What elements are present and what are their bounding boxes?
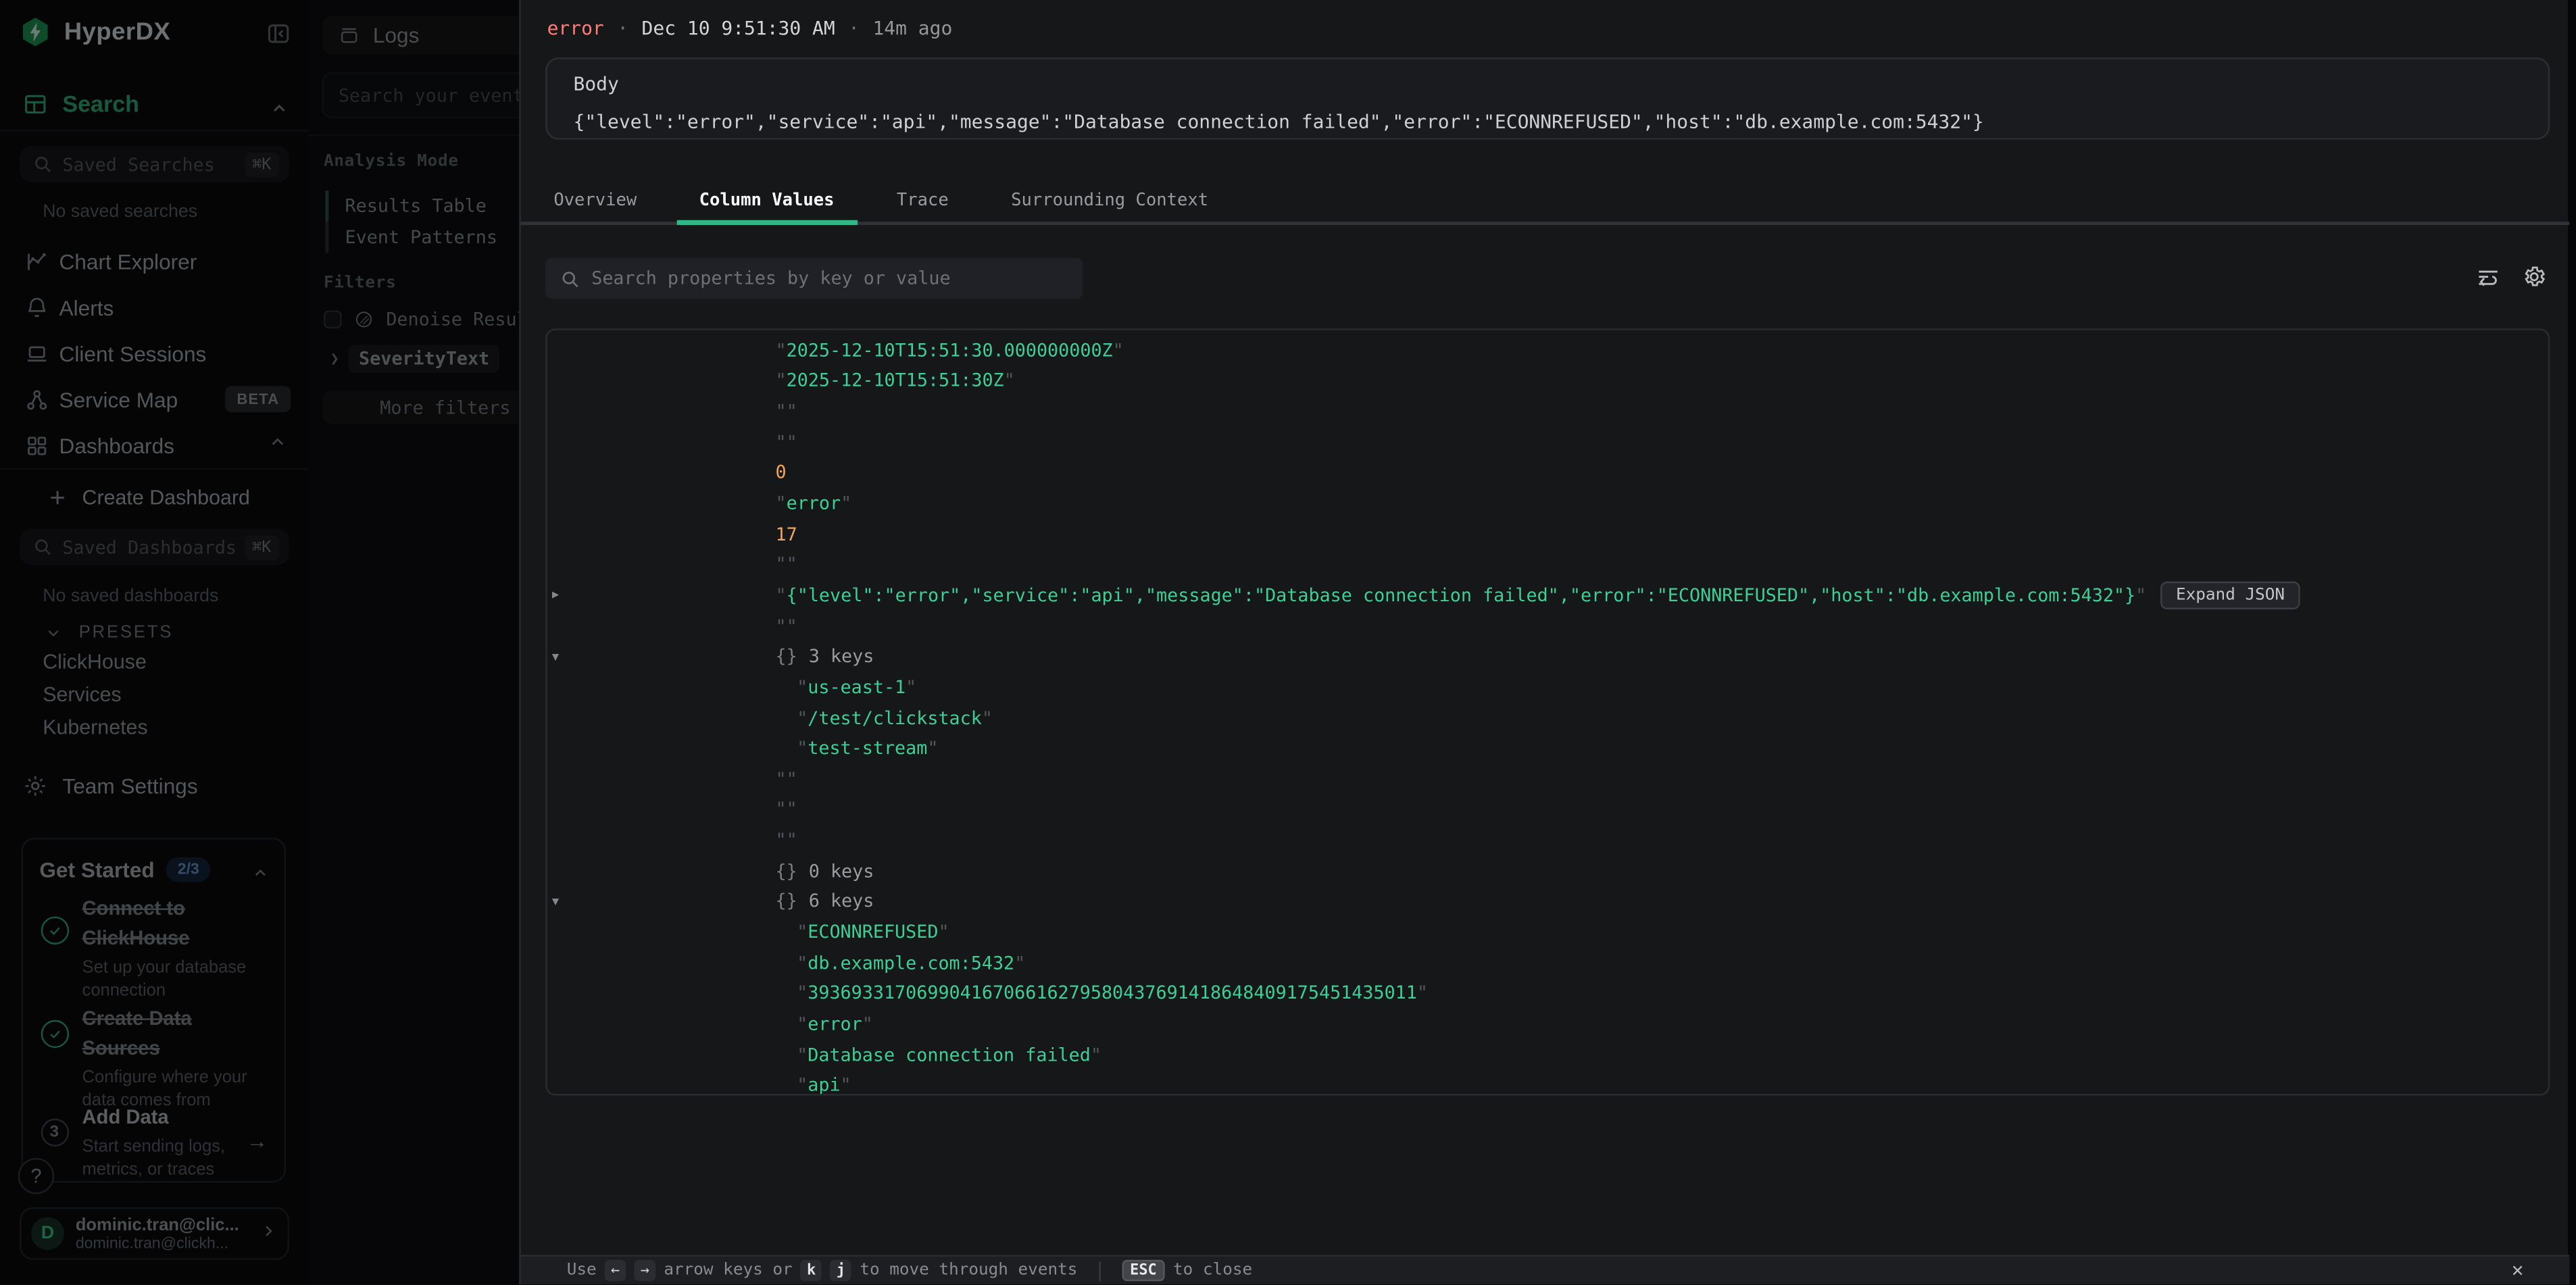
property-search-box[interactable] bbox=[545, 258, 1083, 299]
collapse-arrow-icon[interactable]: ▼ bbox=[552, 650, 559, 663]
tab-overview[interactable]: Overview bbox=[530, 178, 660, 222]
property-value: "" bbox=[776, 554, 797, 576]
wrap-lines-icon[interactable] bbox=[2476, 264, 2500, 288]
property-row-resourceattributes[interactable]: ▼ {}3 keys bbox=[547, 641, 2548, 672]
footer-hint-text: arrow keys or bbox=[664, 1261, 792, 1280]
kbd-←: ← bbox=[605, 1260, 626, 1282]
property-row-host[interactable]: "db.example.com:5432" bbox=[547, 947, 2548, 978]
separator: · bbox=[848, 16, 860, 39]
footer-hint-text: to close bbox=[1173, 1261, 1252, 1280]
property-row-body[interactable]: ▶ "{"level":"error","service":"api","mess… bbox=[547, 580, 2548, 611]
footer-separator bbox=[1099, 1261, 1100, 1280]
body-card-label: Body bbox=[573, 72, 2521, 95]
property-row-scopeversion[interactable]: "" bbox=[547, 825, 2548, 855]
screen: HyperDX Search ⌘K No saved searches Char… bbox=[0, 0, 2576, 1284]
body-card-json: {"level":"error","service":"api","messag… bbox=[573, 110, 2521, 133]
property-row-message[interactable]: "Database connection failed" bbox=[547, 1039, 2548, 1069]
property-table: "2025-12-10T15:51:30.000000000Z" "2025-12… bbox=[545, 328, 2550, 1095]
property-value: "Database connection failed" bbox=[797, 1044, 1101, 1065]
body-card: Body {"level":"error","service":"api","m… bbox=[545, 57, 2550, 140]
tab-trace[interactable]: Trace bbox=[874, 178, 972, 222]
property-search-input[interactable] bbox=[591, 268, 1068, 289]
collapse-arrow-icon[interactable]: ▼ bbox=[552, 895, 559, 908]
event-details-modal: error · Dec 10 9:51:30 AM · 14m ago Body… bbox=[519, 0, 2568, 1284]
property-row-timestamp[interactable]: "2025-12-10T15:51:30.000000000Z" bbox=[547, 335, 2548, 366]
kbd-k: k bbox=[801, 1260, 822, 1282]
property-value: 17 bbox=[776, 524, 797, 545]
property-row-severitynumber[interactable]: 17 bbox=[547, 519, 2548, 549]
property-row-id[interactable]: "393693317069904167066162795804376914186… bbox=[547, 978, 2548, 1009]
footer-hint-text: to move through events bbox=[860, 1261, 1077, 1280]
kbd-j: j bbox=[831, 1260, 852, 1282]
kbd-ESC: ESC bbox=[1122, 1260, 1165, 1282]
property-value: "" bbox=[776, 768, 797, 790]
tab-surrounding-context[interactable]: Surrounding Context bbox=[988, 178, 1231, 222]
property-row-scopename[interactable]: "" bbox=[547, 795, 2548, 825]
separator: · bbox=[617, 16, 628, 39]
property-value: "" bbox=[776, 432, 797, 453]
property-row-resourceschemaurl[interactable]: "" bbox=[547, 611, 2548, 641]
property-value: "us-east-1" bbox=[797, 676, 916, 698]
detail-tabs: Overview Column Values Trace Surrounding Co… bbox=[521, 178, 2570, 226]
property-row-severitytext[interactable]: "error" bbox=[547, 488, 2548, 519]
property-row-servicename[interactable]: "" bbox=[547, 549, 2548, 580]
property-value: "" bbox=[776, 830, 797, 851]
property-row-traceid[interactable]: "" bbox=[547, 397, 2548, 427]
event-timestamp: Dec 10 9:51:30 AM bbox=[642, 16, 835, 39]
property-value: "test-stream" bbox=[797, 738, 938, 759]
expand-json-button[interactable]: Expand JSON bbox=[2161, 581, 2300, 609]
table-tools bbox=[2476, 264, 2547, 288]
property-value: "api" bbox=[797, 1074, 851, 1095]
property-value: "" bbox=[776, 615, 797, 637]
gear-icon[interactable] bbox=[2522, 264, 2546, 288]
property-value: "error" bbox=[797, 1013, 873, 1035]
property-row-cloudwatch.log.stream[interactable]: "test-stream" bbox=[547, 733, 2548, 763]
property-row-spanid[interactable]: "" bbox=[547, 427, 2548, 457]
search-icon bbox=[560, 269, 580, 288]
expand-arrow-icon[interactable]: ▶ bbox=[552, 588, 559, 601]
footer-hint-text: Use bbox=[567, 1261, 597, 1280]
property-row-level[interactable]: "error" bbox=[547, 1009, 2548, 1039]
property-value: "2025-12-10T15:51:30Z" bbox=[776, 370, 1015, 392]
event-header: error · Dec 10 9:51:30 AM · 14m ago bbox=[547, 16, 953, 39]
property-value: "db.example.com:5432" bbox=[797, 952, 1025, 974]
property-value: {}0 keys bbox=[776, 860, 874, 882]
property-row-timestamptime[interactable]: "2025-12-10T15:51:30Z" bbox=[547, 366, 2548, 396]
close-icon[interactable]: ✕ bbox=[2512, 1258, 2524, 1281]
property-value: {}3 keys bbox=[776, 646, 874, 667]
property-row-aws.region[interactable]: "us-east-1" bbox=[547, 672, 2548, 702]
property-value: "error" bbox=[776, 493, 852, 514]
property-value: "" bbox=[776, 799, 797, 821]
property-value: {}6 keys bbox=[776, 891, 874, 913]
severity-badge: error bbox=[547, 16, 604, 39]
property-value: "{"level":"error","service":"api","messa… bbox=[776, 584, 2147, 606]
property-row-scopeattributes[interactable]: {}0 keys bbox=[547, 855, 2548, 886]
property-row-traceflags[interactable]: 0 bbox=[547, 457, 2548, 488]
property-row-cloudwatch.log.group.name[interactable]: "/test/clickstack" bbox=[547, 703, 2548, 733]
modal-footer: Use ← → arrow keys or kj to move through even… bbox=[521, 1255, 2570, 1284]
kbd-→: → bbox=[635, 1260, 656, 1282]
property-value: "393693317069904167066162795804376914186… bbox=[797, 983, 1428, 1005]
property-value: "/test/clickstack" bbox=[797, 707, 993, 729]
property-value: 0 bbox=[776, 462, 787, 484]
relative-time: 14m ago bbox=[872, 16, 952, 39]
property-value: "" bbox=[776, 401, 797, 422]
property-value: "ECONNREFUSED" bbox=[797, 922, 949, 943]
tab-column-values[interactable]: Column Values bbox=[676, 178, 858, 222]
property-row-logattributes[interactable]: ▼ {}6 keys bbox=[547, 886, 2548, 917]
property-row-service[interactable]: "api" bbox=[547, 1070, 2548, 1096]
property-row-error[interactable]: "ECONNREFUSED" bbox=[547, 917, 2548, 947]
property-row-scopeschemaurl[interactable]: "" bbox=[547, 763, 2548, 794]
property-value: "2025-12-10T15:51:30.000000000Z" bbox=[776, 340, 1124, 361]
